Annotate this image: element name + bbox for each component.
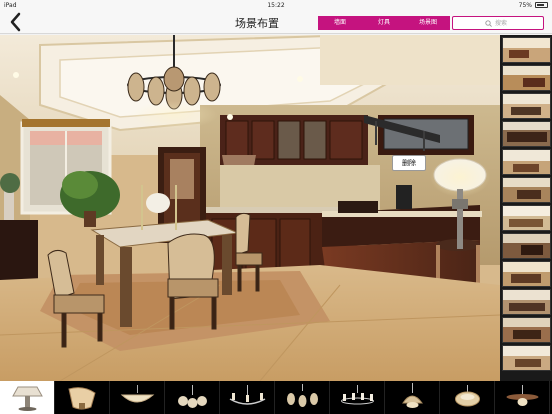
- scene-thumbnail[interactable]: [502, 345, 551, 371]
- tab-wall[interactable]: 墙面: [318, 16, 362, 30]
- flush-mount-light-icon: [455, 385, 480, 407]
- page-title: 场景布置: [235, 17, 279, 30]
- small-chandelier-icon: [178, 385, 207, 408]
- ceiling-fan-light-icon: [506, 385, 539, 406]
- lamp-item-ceiling-fan-light[interactable]: [495, 381, 550, 414]
- battery-icon: [535, 2, 548, 8]
- scene-thumbnail[interactable]: [502, 317, 551, 343]
- lamp-item-wall-sconce[interactable]: [55, 381, 110, 414]
- chandelier-candle-icon: [229, 385, 266, 405]
- tab-lamps[interactable]: 灯具: [362, 16, 406, 30]
- clock: 15:22: [267, 2, 285, 9]
- tab-scenes[interactable]: 场景图: [406, 16, 450, 30]
- lamp-item-chandelier-candle[interactable]: [220, 381, 275, 414]
- lamp-item-pendant-lamp[interactable]: [385, 381, 440, 414]
- scene-thumbnail[interactable]: [502, 93, 551, 119]
- pendant-lamp-icon: [402, 383, 423, 408]
- scene-thumbnail[interactable]: [502, 289, 551, 315]
- lamp-item-chandelier-pendant[interactable]: [275, 381, 330, 414]
- scene-thumbnail[interactable]: [502, 205, 551, 231]
- delete-button[interactable]: 删除: [392, 155, 426, 171]
- lamp-item-candle-chandelier-2[interactable]: [330, 381, 385, 414]
- chandelier-pendant-icon: [287, 384, 318, 407]
- table-lamp-icon: [12, 386, 43, 411]
- lamp-tray: [0, 381, 552, 414]
- lamp-item-small-chandelier[interactable]: [165, 381, 220, 414]
- search-input[interactable]: [495, 18, 541, 28]
- scene-thumbnail[interactable]: [502, 37, 551, 63]
- scene-thumbnail[interactable]: [502, 121, 551, 147]
- scene-thumbnail[interactable]: [502, 233, 551, 259]
- scene-image: [0, 35, 500, 381]
- chevron-left-icon: [10, 12, 21, 32]
- bowl-ceiling-light-icon: [120, 385, 155, 403]
- scene-thumbnail[interactable]: [502, 177, 551, 203]
- search-box: [452, 16, 544, 30]
- candle-chandelier-icon: [341, 385, 374, 405]
- battery-percent: 75%: [518, 2, 532, 9]
- scene-thumbnail[interactable]: [502, 65, 551, 91]
- navigation-bar: 场景布置 墙面 灯具 场景图: [0, 10, 552, 34]
- lamp-item-table-lamp[interactable]: [0, 381, 55, 414]
- status-bar: iPad 15:22 75%: [0, 0, 552, 10]
- category-tabs: 墙面 灯具 场景图: [318, 16, 450, 30]
- scene-thumbnail[interactable]: [502, 261, 551, 287]
- app-root: iPad 15:22 75% 场景布置 墙面 灯具 场景图 搜索 删除: [0, 0, 552, 414]
- scene-canvas[interactable]: 删除: [0, 35, 500, 381]
- wall-sconce-icon: [68, 387, 96, 410]
- scene-thumbnail-list: [500, 35, 552, 381]
- lamp-item-bowl-ceiling-light[interactable]: [110, 381, 165, 414]
- scene-thumbnail[interactable]: [502, 149, 551, 175]
- back-button[interactable]: [8, 12, 24, 32]
- search-icon: [485, 20, 492, 27]
- lamp-item-flush-mount-light[interactable]: [440, 381, 495, 414]
